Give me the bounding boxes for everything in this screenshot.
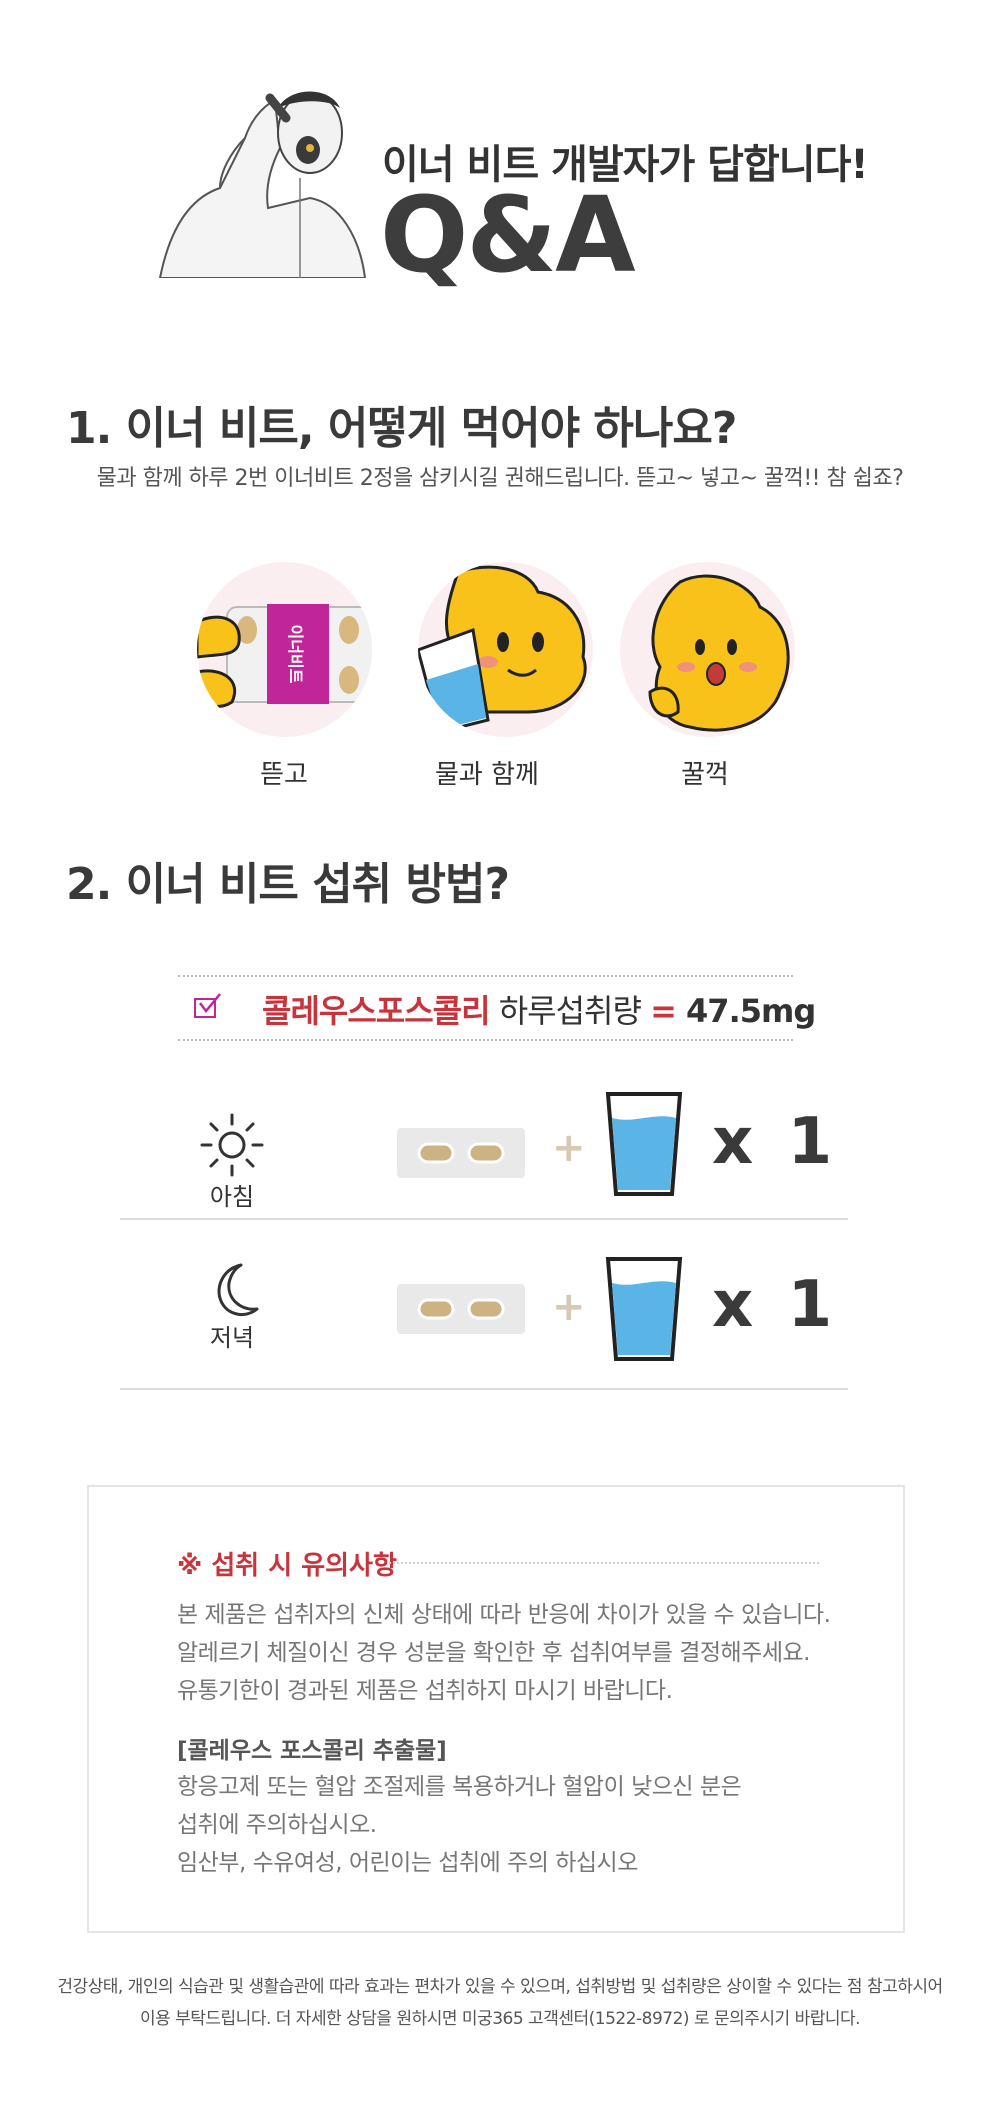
step-label-water: 물과 함께 [435, 760, 539, 790]
footer-line-2: 이용 부탁드립니다. 더 자세한 상담을 원하시면 미궁365 고객센터(152… [139, 2009, 861, 2029]
morning-label: 아침 [209, 1183, 255, 1211]
water-glass-icon [605, 1092, 683, 1196]
intake-ingredient: 콜레우스포스콜리 [262, 992, 491, 1030]
water-glass-icon [605, 1257, 683, 1361]
row-divider [120, 1388, 848, 1390]
morning-pills [397, 1128, 525, 1178]
intake-amount: 47.5mg [675, 992, 816, 1030]
caution-line: 본 제품은 섭취자의 신체 상태에 따라 반응에 차이가 있을 수 있습니다. [177, 1602, 831, 1628]
step-label-tear: 뜯고 [260, 760, 308, 790]
capsule-icon [417, 1142, 505, 1164]
capsule-icon [417, 1298, 505, 1320]
caution-sub-line: 섭취에 주의하십시오. [177, 1812, 377, 1838]
intake-banner: 콜레우스포스콜리 하루섭취량 = 47.5mg [178, 975, 816, 1041]
q1-heading: 1. 이너 비트, 어떻게 먹어야 하나요? [66, 403, 737, 454]
pill-pack-icon: 이너비트 [197, 604, 372, 708]
intake-label: 하루섭취량 [489, 992, 651, 1030]
caution-sub-line: 임산부, 수유여성, 어린이는 섭취에 주의 하십시오 [177, 1850, 638, 1876]
step-tear-image: 이너비트 [197, 562, 372, 737]
package-text: 이너비트 [286, 625, 305, 684]
evening-plus: + [552, 1284, 586, 1330]
caution-line: 알레르기 체질이신 경우 성분을 확인한 후 섭취여부를 결정해주세요. [177, 1640, 810, 1666]
step-water-image [418, 562, 593, 737]
water-glass-character-icon [418, 565, 587, 734]
footer-line-1: 건강상태, 개인의 식습관 및 생활습관에 따라 효과는 편차가 있을 수 있으… [57, 1977, 943, 1997]
q1-description: 물과 함께 하루 2번 이너비트 2정을 삼키시길 권해드립니다. 뜯고~ 넣고… [96, 466, 904, 491]
step-label-swallow: 꿀꺽 [681, 760, 729, 790]
caution-sub-line: 항응고제 또는 혈압 조절제를 복용하거나 혈압이 낮으신 분은 [177, 1774, 742, 1800]
row-divider [120, 1218, 848, 1220]
sun-icon [200, 1113, 264, 1177]
man-drinking-illustration [158, 91, 367, 278]
q2-heading: 2. 이너 비트 섭취 방법? [66, 859, 510, 910]
intake-text: 콜레우스포스콜리 하루섭취량 = 47.5mg [262, 986, 816, 1032]
evening-pills [397, 1284, 525, 1334]
morning-plus: + [552, 1125, 586, 1171]
checkbox-icon [194, 993, 221, 1018]
caution-box: ※ 섭취 시 유의사항 본 제품은 섭취자의 신체 상태에 따라 반응에 차이가… [87, 1485, 905, 1933]
step-swallow-image [620, 562, 795, 737]
swallow-character-icon [648, 574, 790, 732]
caution-title: ※ 섭취 시 유의사항 [177, 1551, 397, 1581]
morning-times: x 1 [712, 1105, 839, 1179]
caution-line: 유통기한이 경과된 제품은 섭취하지 마시기 바랍니다. [177, 1678, 673, 1704]
evening-times: x 1 [712, 1268, 839, 1342]
caution-dotted-rule [389, 1562, 819, 1564]
evening-label: 저녁 [209, 1324, 255, 1352]
header-title: Q&A [380, 174, 636, 296]
intake-equals: = [650, 992, 677, 1030]
moon-icon [217, 1263, 259, 1317]
caution-subheading: [콜레우스 포스콜리 추출물] [177, 1738, 447, 1764]
